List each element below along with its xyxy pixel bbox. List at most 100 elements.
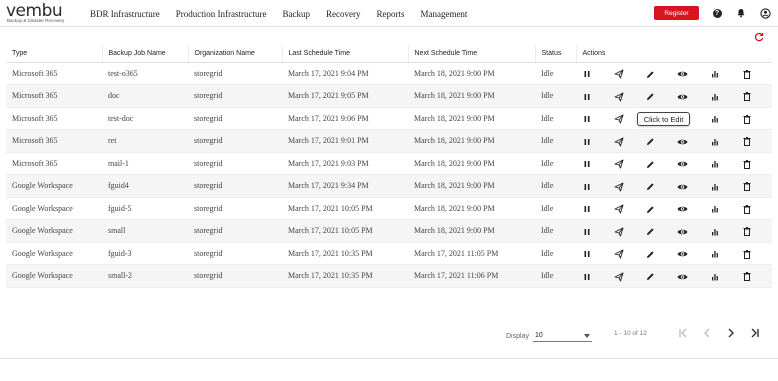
- table-row[interactable]: Google Workspace fguid-5 storegrid March 17…: [6, 197, 772, 220]
- edit-action-button[interactable]: [645, 204, 656, 215]
- delete-action-button[interactable]: [741, 181, 752, 192]
- nav-reports[interactable]: Reports: [376, 9, 404, 19]
- edit-action-button[interactable]: [645, 91, 656, 102]
- user-account-icon[interactable]: [759, 7, 771, 19]
- stats-action-button[interactable]: [709, 271, 720, 282]
- view-action-button[interactable]: [677, 69, 688, 80]
- send-action-button[interactable]: [613, 91, 624, 102]
- help-icon[interactable]: ?: [711, 7, 723, 19]
- vembu-logo[interactable]: vembu Backup & Disaster Recovery: [6, 1, 76, 24]
- view-action-button[interactable]: [677, 271, 688, 282]
- pause-action-button[interactable]: [581, 69, 592, 80]
- send-action-button[interactable]: [613, 204, 624, 215]
- page-size-select[interactable]: 10: [533, 329, 592, 342]
- delete-action-button[interactable]: [741, 249, 752, 260]
- pause-action-button[interactable]: [581, 249, 592, 260]
- view-icon: [677, 70, 688, 78]
- column-header-last-schedule-time[interactable]: Last Schedule Time: [281, 45, 408, 63]
- delete-action-button[interactable]: [741, 271, 752, 282]
- view-action-button[interactable]: [677, 181, 688, 192]
- delete-action-button[interactable]: [741, 226, 752, 237]
- edit-action-button[interactable]: [645, 181, 656, 192]
- delete-action-button[interactable]: [741, 136, 752, 147]
- pause-action-button[interactable]: [581, 91, 592, 102]
- delete-action-button[interactable]: [741, 204, 752, 215]
- view-action-button[interactable]: [677, 249, 688, 260]
- table-row[interactable]: Google Workspace fguid-3 storegrid March 17…: [6, 242, 772, 265]
- view-action-button[interactable]: [677, 226, 688, 237]
- stats-action-button[interactable]: [709, 204, 720, 215]
- column-header-status[interactable]: Status: [534, 45, 576, 63]
- nav-recovery[interactable]: Recovery: [326, 9, 360, 19]
- column-header-backup-job-name[interactable]: Backup Job Name: [101, 45, 188, 63]
- pause-action-button[interactable]: [581, 204, 592, 215]
- nav-bdr-infrastructure[interactable]: BDR Infrastructure: [90, 9, 160, 19]
- view-action-button[interactable]: [677, 159, 688, 170]
- pause-action-button[interactable]: [581, 226, 592, 237]
- delete-action-button[interactable]: [741, 114, 752, 125]
- send-icon: [614, 159, 624, 169]
- column-header-next-schedule-time[interactable]: Next Schedule Time: [407, 45, 535, 63]
- previous-page-button[interactable]: [700, 326, 714, 340]
- view-action-button[interactable]: [677, 136, 688, 147]
- stats-action-button[interactable]: [709, 136, 720, 147]
- pause-icon: [583, 160, 591, 168]
- bell-icon[interactable]: [735, 7, 747, 19]
- cell-next-schedule: March 18, 2021 9:00 PM: [408, 62, 535, 85]
- main-nav: BDR Infrastructure Production Infrastruc…: [90, 0, 483, 27]
- pause-action-button[interactable]: [581, 114, 592, 125]
- nav-management[interactable]: Management: [420, 9, 467, 19]
- send-action-button[interactable]: [613, 69, 624, 80]
- table-row[interactable]: Microsoft 365 test-o365 storegrid March 17,…: [6, 62, 772, 85]
- stats-action-button[interactable]: [709, 159, 720, 170]
- delete-action-button[interactable]: [741, 159, 752, 170]
- edit-action-button[interactable]: [645, 159, 656, 170]
- edit-action-button[interactable]: [645, 69, 656, 80]
- table-row[interactable]: Microsoft 365 ret storegrid March 17, 2021 …: [6, 129, 772, 153]
- stats-action-button[interactable]: [709, 114, 720, 125]
- edit-action-button[interactable]: [645, 226, 656, 237]
- edit-action-button[interactable]: [645, 136, 656, 147]
- nav-production-infrastructure[interactable]: Production Infrastructure: [176, 9, 267, 19]
- send-action-button[interactable]: [613, 271, 624, 282]
- nav-backup[interactable]: Backup: [282, 9, 310, 19]
- delete-action-button[interactable]: [741, 69, 752, 80]
- pause-action-button[interactable]: [581, 271, 592, 282]
- pause-action-button[interactable]: [581, 159, 592, 170]
- stats-action-button[interactable]: [709, 249, 720, 260]
- pause-action-button[interactable]: [581, 181, 592, 192]
- table-row[interactable]: Google Workspace small storegrid March 17, …: [6, 219, 772, 243]
- view-icon: [677, 138, 688, 146]
- send-action-button[interactable]: [613, 136, 624, 147]
- refresh-icon[interactable]: [754, 32, 764, 42]
- send-action-button[interactable]: [613, 159, 624, 170]
- stats-action-button[interactable]: [709, 91, 720, 102]
- edit-action-button[interactable]: [645, 249, 656, 260]
- table-row[interactable]: Google Workspace small-2 storegrid March 17…: [6, 264, 772, 288]
- column-header-type[interactable]: Type: [6, 45, 102, 63]
- send-action-button[interactable]: [613, 226, 624, 237]
- send-action-button[interactable]: [613, 181, 624, 192]
- table-row[interactable]: Microsoft 365 mail-1 storegrid March 17, 20…: [6, 152, 772, 175]
- stats-action-button[interactable]: [709, 69, 720, 80]
- edit-action-button[interactable]: [645, 271, 656, 282]
- send-action-button[interactable]: [613, 249, 624, 260]
- cell-type: Google Workspace: [6, 197, 102, 220]
- next-page-button[interactable]: [724, 326, 738, 340]
- view-icon: [677, 160, 688, 168]
- delete-action-button[interactable]: [741, 91, 752, 102]
- column-header-organization-name[interactable]: Organization Name: [187, 45, 282, 63]
- view-icon: [677, 250, 688, 258]
- pause-icon: [583, 205, 591, 213]
- table-row[interactable]: Google Workspace fguid4 storegrid March 17,…: [6, 174, 772, 198]
- last-page-button[interactable]: [748, 326, 762, 340]
- send-action-button[interactable]: [613, 114, 624, 125]
- stats-action-button[interactable]: [709, 181, 720, 192]
- view-action-button[interactable]: [677, 204, 688, 215]
- stats-action-button[interactable]: [709, 226, 720, 237]
- view-action-button[interactable]: [677, 91, 688, 102]
- register-button[interactable]: Register: [654, 6, 699, 20]
- table-row[interactable]: Microsoft 365 doc storegrid March 17, 2021 …: [6, 84, 772, 108]
- pause-action-button[interactable]: [581, 136, 592, 147]
- first-page-button[interactable]: [676, 326, 690, 340]
